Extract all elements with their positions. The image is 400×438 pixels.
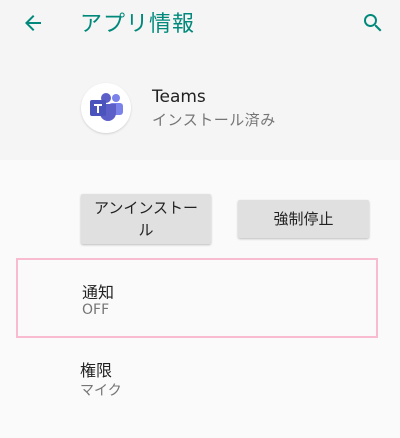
notifications-setting[interactable]: 通知 OFF	[16, 258, 378, 338]
arrow-back-icon	[25, 15, 41, 31]
teams-app-icon	[81, 83, 131, 133]
search-icon	[364, 14, 382, 32]
app-name: Teams	[152, 87, 206, 107]
back-button[interactable]	[18, 8, 48, 38]
notifications-value: OFF	[82, 302, 110, 318]
notifications-title: 通知	[82, 283, 115, 302]
app-info-content: アンインストール 強制停止 通知 OFF 権限 マイク	[0, 160, 400, 438]
app-header: Teams インストール済み	[0, 46, 400, 160]
force-stop-button[interactable]: 強制停止	[238, 200, 369, 238]
permissions-value: マイク	[80, 383, 122, 399]
permissions-title: 権限	[80, 361, 113, 380]
uninstall-button[interactable]: アンインストール	[81, 194, 211, 244]
search-button[interactable]	[358, 8, 388, 38]
permissions-setting[interactable]: 権限 マイク	[16, 338, 378, 418]
app-install-status: インストール済み	[152, 111, 276, 129]
teams-logo-icon	[90, 93, 123, 121]
app-bar: アプリ情報	[0, 0, 400, 46]
page-title: アプリ情報	[80, 12, 196, 37]
